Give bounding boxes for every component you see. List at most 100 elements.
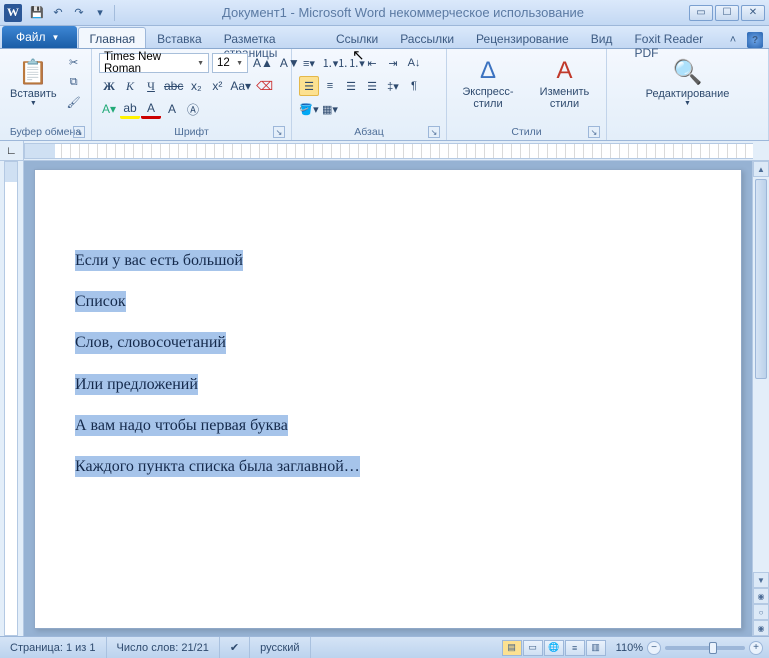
print-layout-view-icon[interactable]: ▤ (502, 640, 522, 656)
minimize-button[interactable]: ▭ (689, 5, 713, 21)
scrollbar-vertical[interactable]: ▲ ▼ ◉ ○ ◉ (752, 161, 769, 636)
underline-button[interactable]: Ч (141, 76, 161, 96)
text-effects-icon[interactable]: A▾ (99, 99, 119, 119)
font-name-combo[interactable]: Times New Roman ▼ (99, 53, 209, 73)
align-right-icon[interactable]: ☰ (341, 76, 361, 96)
ruler-horizontal[interactable] (24, 143, 753, 159)
group-clipboard: 📋 Вставить ▼ ✂ ⧉ 🖌 Буфер обмена ↘ (0, 49, 92, 140)
bullets-icon[interactable]: ≡▾ (299, 53, 319, 73)
browse-object-icon[interactable]: ○ (753, 604, 769, 620)
text-line[interactable]: А вам надо чтобы первая буква (75, 415, 288, 436)
web-layout-view-icon[interactable]: 🌐 (544, 640, 564, 656)
bold-button[interactable]: Ж (99, 76, 119, 96)
font-name-value: Times New Roman (104, 51, 197, 75)
tab-selector[interactable]: ∟ (0, 141, 24, 160)
text-line[interactable]: Слов, словосочетаний (75, 332, 226, 353)
font-size-combo[interactable]: 12 ▼ (212, 53, 248, 73)
copy-icon[interactable]: ⧉ (65, 73, 83, 91)
tab-home[interactable]: Главная (78, 27, 146, 48)
zoom-in-button[interactable]: + (749, 641, 763, 655)
dialog-launcher-icon[interactable]: ↘ (588, 126, 600, 138)
tab-view[interactable]: Вид (580, 27, 624, 48)
clear-formatting-icon[interactable]: ⌫ (254, 76, 275, 96)
file-tab[interactable]: Файл ▼ (2, 26, 77, 48)
status-language[interactable]: русский (250, 637, 310, 658)
scroll-up-icon[interactable]: ▲ (753, 161, 769, 177)
full-screen-view-icon[interactable]: ▭ (523, 640, 543, 656)
help-icon[interactable]: ? (747, 32, 763, 48)
character-shading-icon[interactable]: A (162, 99, 182, 119)
sort-icon[interactable]: A↓ (404, 53, 424, 73)
tab-references[interactable]: Ссылки (325, 27, 389, 48)
strikethrough-button[interactable]: abc (162, 76, 185, 96)
dialog-launcher-icon[interactable]: ↘ (273, 126, 285, 138)
text-line[interactable]: Или предложений (75, 374, 198, 395)
status-word-count[interactable]: Число слов: 21/21 (107, 637, 220, 658)
next-page-icon[interactable]: ◉ (753, 620, 769, 636)
tab-foxit[interactable]: Foxit Reader PDF (623, 27, 725, 48)
window-title: Документ1 - Microsoft Word некоммерческо… (117, 5, 689, 20)
align-center-icon[interactable]: ≡ (320, 76, 340, 96)
outline-view-icon[interactable]: ≡ (565, 640, 585, 656)
status-page[interactable]: Страница: 1 из 1 (0, 637, 107, 658)
document-page[interactable]: Если у вас есть большой Список Слов, сло… (34, 169, 742, 629)
save-icon[interactable]: 💾 (28, 4, 46, 22)
multilevel-list-icon[interactable]: ⒈⒈▾ (341, 53, 361, 73)
qat-more-icon[interactable]: ▾ (91, 4, 109, 22)
file-tab-label: Файл (16, 30, 46, 44)
maximize-button[interactable]: ☐ (715, 5, 739, 21)
zoom-level[interactable]: 110% (616, 642, 643, 654)
enclose-characters-icon[interactable]: Ⓐ (183, 99, 203, 119)
font-color-icon[interactable]: A (141, 99, 161, 119)
dialog-launcher-icon[interactable]: ↘ (73, 126, 85, 138)
group-paragraph: ≡▾ ⒈▾ ⒈⒈▾ ⇤ ⇥ A↓ ☰ ≡ ☰ ☰ ‡▾ ¶ 🪣▾ (292, 49, 447, 140)
tab-insert[interactable]: Вставка (146, 27, 213, 48)
grow-font-icon[interactable]: A▲ (251, 53, 275, 73)
tab-mailings[interactable]: Рассылки (389, 27, 465, 48)
change-styles-label: Изменить стили (533, 86, 596, 110)
scroll-thumb[interactable] (755, 179, 767, 379)
group-editing: 🔍 Редактирование ▼ (607, 49, 769, 140)
paste-button[interactable]: 📋 Вставить ▼ (4, 51, 63, 117)
borders-icon[interactable]: ▦▾ (320, 99, 340, 119)
zoom-out-button[interactable]: − (647, 641, 661, 655)
ruler-vertical[interactable] (0, 161, 24, 636)
zoom-controls: 110% − + (610, 641, 769, 655)
font-size-value: 12 (217, 57, 230, 69)
tab-page-layout[interactable]: Разметка страницы (213, 27, 325, 48)
minimize-ribbon-icon[interactable]: ˄ (725, 32, 741, 48)
superscript-button[interactable]: x² (207, 76, 227, 96)
dialog-launcher-icon[interactable]: ↘ (428, 126, 440, 138)
group-label-editing (611, 125, 764, 140)
subscript-button[interactable]: x₂ (186, 76, 206, 96)
find-icon: 🔍 (673, 60, 703, 86)
decrease-indent-icon[interactable]: ⇤ (362, 53, 382, 73)
zoom-slider[interactable] (665, 646, 745, 650)
close-button[interactable]: ✕ (741, 5, 765, 21)
redo-icon[interactable]: ↷ (70, 4, 88, 22)
increase-indent-icon[interactable]: ⇥ (383, 53, 403, 73)
scroll-down-icon[interactable]: ▼ (753, 572, 769, 588)
italic-button[interactable]: К (120, 76, 140, 96)
change-styles-button[interactable]: A Изменить стили (527, 51, 602, 117)
undo-icon[interactable]: ↶ (49, 4, 67, 22)
statusbar: Страница: 1 из 1 Число слов: 21/21 ✔ рус… (0, 636, 769, 658)
cut-icon[interactable]: ✂ (65, 53, 83, 71)
text-line[interactable]: Каждого пункта списка была заглавной… (75, 456, 360, 477)
text-line[interactable]: Если у вас есть большой (75, 250, 243, 271)
line-spacing-icon[interactable]: ‡▾ (383, 76, 403, 96)
justify-icon[interactable]: ☰ (362, 76, 382, 96)
status-proofing[interactable]: ✔ (220, 637, 250, 658)
prev-page-icon[interactable]: ◉ (753, 588, 769, 604)
shading-icon[interactable]: 🪣▾ (299, 99, 319, 119)
quick-styles-button[interactable]: Δ Экспресс-стили (451, 51, 525, 117)
show-paragraph-marks-icon[interactable]: ¶ (404, 76, 424, 96)
draft-view-icon[interactable]: ▥ (586, 640, 606, 656)
editing-button[interactable]: 🔍 Редактирование ▼ (640, 51, 736, 117)
change-case-button[interactable]: Aa▾ (228, 76, 253, 96)
text-line[interactable]: Список (75, 291, 126, 312)
highlight-color-icon[interactable]: ab (120, 99, 140, 119)
tab-review[interactable]: Рецензирование (465, 27, 580, 48)
align-left-icon[interactable]: ☰ (299, 76, 319, 96)
format-painter-icon[interactable]: 🖌 (65, 93, 83, 111)
